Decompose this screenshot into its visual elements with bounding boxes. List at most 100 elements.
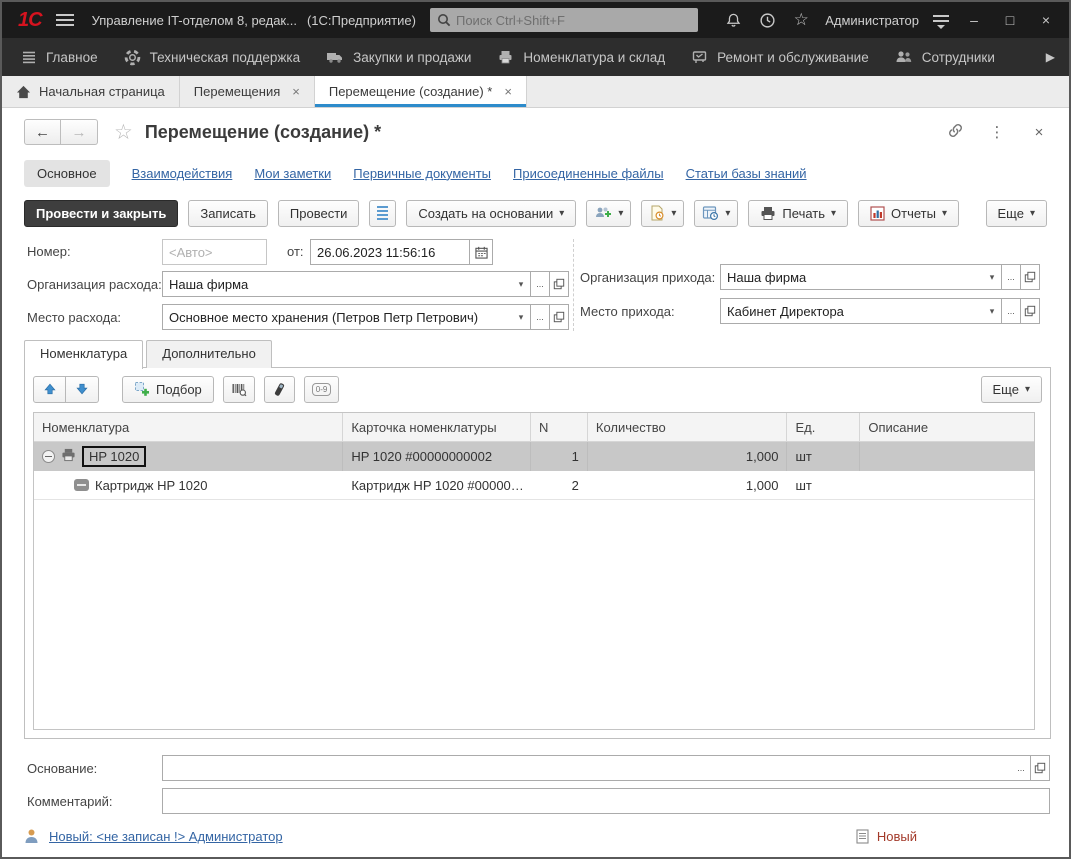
document-status-link[interactable]: Новый: <не записан !> Администратор (49, 829, 283, 844)
cell-value-nomenclature[interactable]: HP 1020 (82, 446, 146, 467)
section-repair-maintenance[interactable]: Ремонт и обслуживание (678, 38, 882, 76)
org-out-open-icon[interactable] (550, 271, 569, 297)
basis-choose-icon[interactable]: ... (1012, 755, 1031, 781)
section-employees[interactable]: Сотрудники (882, 38, 1008, 76)
col-nomenclature[interactable]: Номенклатура (34, 413, 343, 441)
org-in-dropdown-icon[interactable]: ▾ (983, 264, 1002, 290)
close-window-button[interactable]: × (1035, 12, 1057, 28)
pick-button[interactable]: Подбор (122, 376, 214, 403)
post-and-close-button[interactable]: Провести и закрыть (24, 200, 178, 227)
service-menu-icon[interactable] (933, 12, 949, 29)
org-in-choose-icon[interactable]: ... (1002, 264, 1021, 290)
col-description[interactable]: Описание (860, 413, 1034, 441)
cell-value-card[interactable]: Картридж HP 1020 #00000… (343, 471, 531, 499)
grid-more-button[interactable]: Еще▾ (981, 376, 1042, 403)
reports-button[interactable]: Отчеты▾ (858, 200, 959, 227)
save-button[interactable]: Записать (188, 200, 268, 227)
close-tab-icon[interactable]: × (504, 84, 512, 99)
favorites-star-icon[interactable]: ☆ (791, 10, 811, 30)
back-button[interactable]: ← (24, 119, 61, 145)
cell-value-unit[interactable]: шт (787, 442, 860, 471)
maximize-button[interactable]: □ (999, 12, 1021, 28)
search-input[interactable] (456, 13, 656, 28)
cell-value-nomenclature[interactable]: Картридж HP 1020 (95, 478, 207, 493)
tab-additional[interactable]: Дополнительно (146, 340, 272, 368)
col-unit[interactable]: Ед. (787, 413, 860, 441)
cell-value-unit[interactable]: шт (787, 471, 860, 499)
tab-movement-new[interactable]: Перемещение (создание) * × (315, 76, 527, 107)
place-in-dropdown-icon[interactable]: ▾ (983, 298, 1002, 324)
table-row[interactable]: HP 1020 HP 1020 #00000000002 1 1,000 шт (34, 442, 1034, 471)
place-in-choose-icon[interactable]: ... (1002, 298, 1021, 324)
post-button[interactable]: Провести (278, 200, 360, 227)
tab-movements[interactable]: Перемещения × (180, 76, 315, 107)
sections-overflow-icon[interactable]: ▶ (1046, 50, 1063, 64)
add-to-favorites-star-icon[interactable]: ☆ (114, 120, 133, 145)
tab-home[interactable]: Начальная страница (2, 76, 180, 107)
more-kebab-icon[interactable]: ⋮ (987, 123, 1007, 141)
get-link-icon[interactable] (945, 122, 965, 143)
date-field[interactable] (310, 239, 470, 265)
close-form-icon[interactable]: × (1029, 124, 1049, 141)
org-in-open-icon[interactable] (1021, 264, 1040, 290)
main-menu-icon[interactable] (56, 11, 74, 29)
number-field[interactable] (162, 239, 267, 265)
place-out-dropdown-icon[interactable]: ▾ (512, 304, 531, 330)
print-button[interactable]: Печать▾ (748, 200, 848, 227)
basis-open-icon[interactable] (1031, 755, 1050, 781)
create-based-on-button[interactable]: Создать на основании▾ (406, 200, 576, 227)
more-button[interactable]: Еще▾ (986, 200, 1047, 227)
notifications-bell-icon[interactable] (723, 10, 743, 30)
cell-value-quantity[interactable]: 1,000 (588, 442, 788, 471)
current-user[interactable]: Администратор (825, 13, 919, 28)
col-n[interactable]: N (531, 413, 588, 441)
history-icon[interactable] (757, 10, 777, 30)
nav-attached-files[interactable]: Присоединенные файлы (513, 166, 664, 181)
tasks-button[interactable]: ▾ (641, 200, 684, 227)
comment-field[interactable] (162, 788, 1050, 814)
place-in-field[interactable] (720, 298, 984, 324)
section-tech-support[interactable]: Техническая поддержка (111, 38, 314, 76)
calendar-icon[interactable] (470, 239, 493, 265)
global-search[interactable] (430, 8, 698, 32)
col-card[interactable]: Карточка номенклатуры (343, 413, 531, 441)
section-main[interactable]: Главное (8, 38, 111, 76)
org-out-dropdown-icon[interactable]: ▾ (512, 271, 531, 297)
nav-my-notes[interactable]: Мои заметки (254, 166, 331, 181)
basis-field[interactable] (162, 755, 1013, 781)
place-out-choose-icon[interactable]: ... (531, 304, 550, 330)
section-nomenclature-warehouse[interactable]: Номенклатура и склад (484, 38, 678, 76)
move-down-button[interactable] (66, 376, 99, 403)
nav-kb-articles[interactable]: Статьи базы знаний (686, 166, 807, 181)
document-structure-button[interactable] (369, 200, 396, 227)
cell-value-description[interactable] (860, 442, 1034, 471)
table-row[interactable]: Картридж HP 1020 Картридж HP 1020 #00000… (34, 471, 1034, 500)
events-button[interactable]: ▾ (694, 200, 738, 227)
place-out-field[interactable] (162, 304, 513, 330)
cell-value-n[interactable]: 2 (531, 471, 588, 499)
barcode-scan-button[interactable] (223, 376, 255, 403)
interactions-button[interactable]: ▾ (586, 200, 631, 227)
forward-button[interactable]: → (61, 119, 98, 145)
place-in-open-icon[interactable] (1021, 298, 1040, 324)
org-out-field[interactable] (162, 271, 513, 297)
move-up-button[interactable] (33, 376, 66, 403)
collapse-row-icon[interactable] (42, 450, 55, 463)
close-tab-icon[interactable]: × (292, 84, 300, 99)
org-out-choose-icon[interactable]: ... (531, 271, 550, 297)
tab-nomenclature[interactable]: Номенклатура (24, 340, 143, 369)
enter-code-button[interactable]: 0-9 (304, 376, 340, 403)
cell-value-description[interactable] (860, 471, 1034, 499)
place-out-open-icon[interactable] (550, 304, 569, 330)
cell-value-quantity[interactable]: 1,000 (588, 471, 788, 499)
section-purchases-sales[interactable]: Закупки и продажи (313, 38, 484, 76)
col-quantity[interactable]: Количество (588, 413, 788, 441)
cell-value-n[interactable]: 1 (531, 442, 588, 471)
scanner-device-button[interactable] (264, 376, 295, 403)
org-in-field[interactable] (720, 264, 984, 290)
nav-interactions[interactable]: Взаимодействия (132, 166, 233, 181)
cell-value-card[interactable]: HP 1020 #00000000002 (343, 442, 531, 471)
nav-main[interactable]: Основное (24, 160, 110, 187)
nav-primary-documents[interactable]: Первичные документы (353, 166, 491, 181)
minimize-button[interactable]: – (963, 12, 985, 28)
